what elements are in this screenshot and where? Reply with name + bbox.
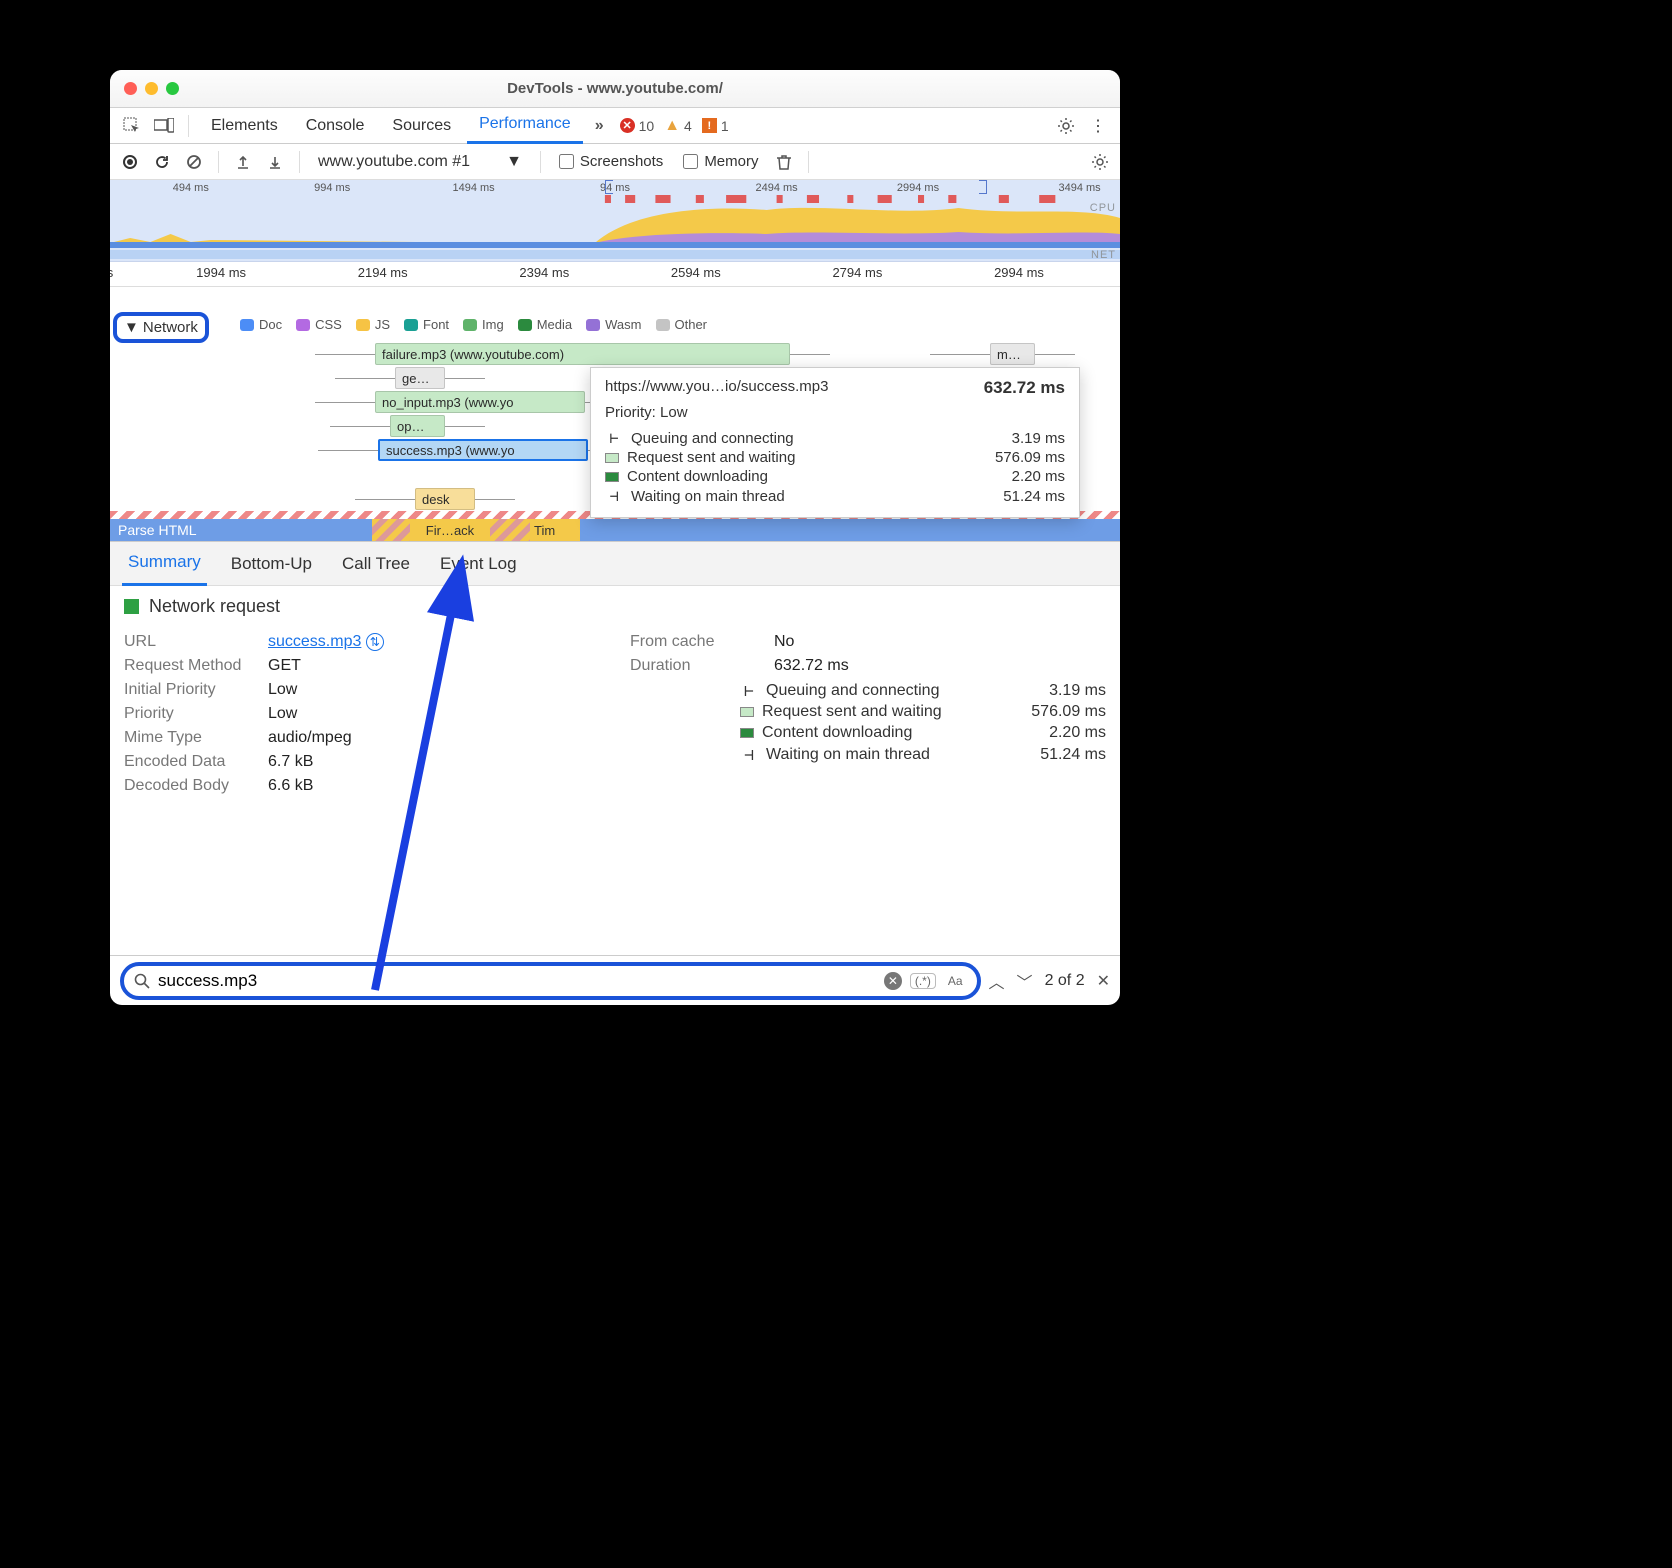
network-section-toggle[interactable]: ▼ Network [113, 312, 209, 343]
timeline-ruler[interactable]: s1994 ms2194 ms2394 ms2594 ms2794 ms2994… [110, 262, 1120, 287]
memory-checkbox[interactable]: Memory [675, 153, 766, 170]
main-tabs-row: Elements Console Sources Performance » ✕… [110, 108, 1120, 144]
next-match-icon[interactable]: ﹀ [1017, 969, 1033, 993]
record-button[interactable] [116, 149, 144, 175]
selection-right-handle[interactable] [979, 180, 987, 194]
subtab-event-log[interactable]: Event Log [434, 542, 523, 586]
window-title: DevTools - www.youtube.com/ [110, 80, 1120, 97]
network-request[interactable]: no_input.mp3 (www.yo [375, 391, 585, 413]
reveal-icon[interactable]: ⇅ [366, 633, 384, 651]
regex-toggle[interactable]: (.*) [910, 973, 936, 989]
chevron-down-icon: ▼ [124, 319, 139, 336]
request-tooltip: https://www.you…io/success.mp3 632.72 ms… [590, 367, 1080, 518]
close-search-icon[interactable]: ✕ [1097, 971, 1110, 991]
issue-icon: ! [702, 118, 717, 133]
network-request[interactable]: success.mp3 (www.yo [378, 439, 588, 461]
subtab-bottom-up[interactable]: Bottom-Up [225, 542, 318, 586]
flame-chart-area[interactable]: ▼ Network DocCSSJSFontImgMediaWasmOther … [110, 287, 1120, 542]
network-request[interactable]: failure.mp3 (www.youtube.com) [375, 343, 790, 365]
subtab-call-tree[interactable]: Call Tree [336, 542, 416, 586]
error-icon: ✕ [620, 118, 635, 133]
detail-tabs: Summary Bottom-Up Call Tree Event Log [110, 542, 1120, 586]
flame-segment[interactable]: Fir…ack [410, 519, 490, 541]
selection-left-handle[interactable] [605, 180, 613, 194]
tab-sources[interactable]: Sources [380, 108, 463, 144]
reload-button[interactable] [148, 149, 176, 175]
network-request[interactable]: m… [990, 343, 1035, 365]
network-request[interactable]: ge… [395, 367, 445, 389]
garbage-collect-icon[interactable] [770, 149, 798, 175]
tab-console[interactable]: Console [294, 108, 377, 144]
errors-badge[interactable]: ✕ 10 [620, 118, 655, 134]
clear-button[interactable] [180, 149, 208, 175]
warning-icon: ▲ [664, 117, 680, 135]
network-legend: DocCSSJSFontImgMediaWasmOther [240, 317, 707, 332]
issue-badges: ✕ 10 ▲ 4 ! 1 [620, 117, 729, 135]
tab-performance[interactable]: Performance [467, 108, 583, 144]
chevron-down-icon: ▼ [506, 153, 522, 171]
flame-segment[interactable]: Tim [530, 519, 580, 541]
url-link[interactable]: success.mp3 [268, 633, 361, 650]
screenshots-checkbox[interactable]: Screenshots [551, 153, 671, 170]
prev-match-icon[interactable]: ︿ [989, 969, 1005, 993]
device-toolbar-icon[interactable] [150, 113, 178, 139]
search-icon [134, 973, 150, 989]
devtools-window: DevTools - www.youtube.com/ Elements Con… [110, 70, 1120, 1005]
net-label: NET [1091, 249, 1116, 261]
subtab-summary[interactable]: Summary [122, 542, 207, 586]
issues-badge[interactable]: ! 1 [702, 118, 729, 134]
tab-elements[interactable]: Elements [199, 108, 290, 144]
search-input-wrap: ✕ (.*) Aa [120, 962, 981, 1000]
match-counter: 2 of 2 [1045, 972, 1085, 990]
cpu-label: CPU [1090, 202, 1116, 214]
search-bar: ✕ (.*) Aa ︿ ﹀ 2 of 2 ✕ [110, 955, 1120, 1005]
request-type-swatch [124, 599, 139, 614]
summary-panel: Network request URLsuccess.mp3 ⇅ Request… [110, 586, 1120, 955]
recording-selector[interactable]: www.youtube.com #1 ▼ [310, 153, 530, 171]
summary-header: Network request [124, 596, 1106, 617]
network-request[interactable]: op… [390, 415, 445, 437]
titlebar: DevTools - www.youtube.com/ [110, 70, 1120, 108]
settings-icon[interactable] [1052, 113, 1080, 139]
network-request[interactable]: desk [415, 488, 475, 510]
inspect-element-icon[interactable] [118, 113, 146, 139]
upload-profile-icon[interactable] [229, 149, 257, 175]
download-profile-icon[interactable] [261, 149, 289, 175]
clear-search-icon[interactable]: ✕ [884, 972, 902, 990]
overview-strip[interactable]: 494 ms994 ms1494 ms94 ms2494 ms2994 ms34… [110, 180, 1120, 262]
search-input[interactable] [158, 971, 876, 991]
warnings-badge[interactable]: ▲ 4 [664, 117, 692, 135]
capture-settings-icon[interactable] [1086, 149, 1114, 175]
parse-html-bar[interactable]: Parse HTML [110, 519, 1120, 541]
case-toggle[interactable]: Aa [944, 974, 967, 988]
perf-toolbar: www.youtube.com #1 ▼ Screenshots Memory [110, 144, 1120, 180]
overflow-tabs-button[interactable]: » [587, 117, 612, 135]
more-icon[interactable]: ⋮ [1084, 113, 1112, 139]
